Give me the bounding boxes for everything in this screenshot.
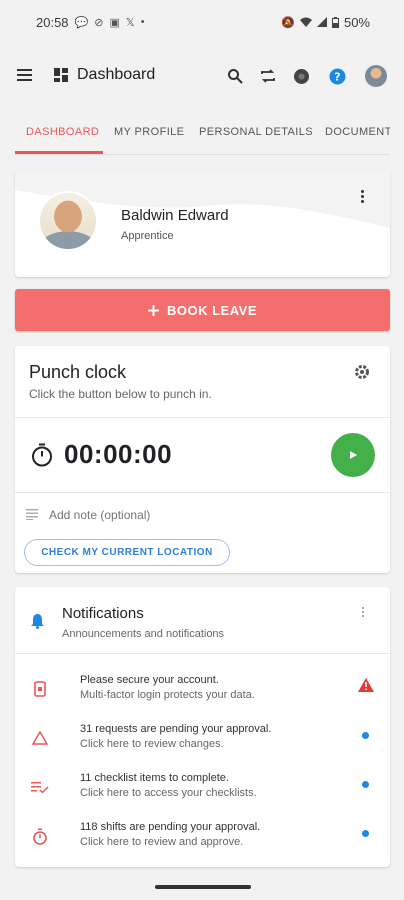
menu-icon[interactable] [17, 69, 32, 81]
notifications-subtitle: Announcements and notifications [62, 628, 225, 640]
punch-in-button[interactable] [331, 433, 375, 477]
status-dot: • [140, 16, 145, 28]
warning-icon [358, 678, 374, 692]
tab-dashboard[interactable]: DASHBOARD [26, 112, 99, 154]
avatar[interactable] [365, 65, 387, 87]
unread-dot [362, 830, 369, 837]
search-icon[interactable] [225, 66, 245, 86]
notification-item[interactable]: 118 shifts are pending your approval. Cl… [15, 821, 390, 869]
active-tab-indicator [15, 151, 103, 154]
chat-bubble-icon: 💬 [74, 16, 89, 29]
punch-clock-subtitle: Click the button below to punch in. [29, 387, 212, 401]
status-time: 20:58 [36, 14, 69, 30]
phone-lock-icon [31, 680, 49, 698]
battery-icon [331, 16, 339, 28]
status-left: 20:58 💬 ⊘ ▣ 𝕏 • [36, 15, 145, 30]
svg-text:?: ? [334, 70, 340, 83]
home-indicator[interactable] [155, 885, 251, 889]
tab-bar: DASHBOARD MY PROFILE PERSONAL DETAILS DO… [15, 112, 390, 155]
notification-line2: Multi-factor login protects your data. [80, 689, 255, 701]
gear-icon[interactable] [354, 364, 370, 380]
notification-item[interactable]: Please secure your account. Multi-factor… [15, 674, 390, 722]
book-leave-button[interactable]: BOOK LEAVE [15, 289, 390, 331]
linkedin-icon: ▣ [109, 16, 120, 29]
divider [15, 417, 390, 418]
stopwatch-icon [31, 827, 49, 845]
punch-clock-card: Punch clock Click the button below to pu… [15, 346, 390, 573]
app-bar: Dashboard ? [0, 52, 404, 102]
battery-percent: 50% [343, 14, 370, 30]
tab-my-profile[interactable]: MY PROFILE [114, 112, 184, 154]
profile-more-icon[interactable] [361, 190, 365, 205]
triangle-alert-icon [31, 729, 49, 747]
tab-documents[interactable]: DOCUMENTS [325, 112, 390, 154]
divider [15, 492, 390, 493]
profile-card[interactable]: Baldwin Edward Apprentice [15, 170, 390, 277]
notifications-more-icon[interactable] [362, 607, 366, 619]
note-input[interactable] [47, 504, 351, 526]
profile-name: Baldwin Edward [121, 207, 229, 224]
notification-line2: Click here to review and approve. [80, 836, 244, 848]
page-title: Dashboard [77, 66, 156, 83]
notification-line1: 31 requests are pending your approval. [80, 723, 272, 735]
profile-role: Apprentice [121, 230, 174, 242]
notifications-card: Notifications Announcements and notifica… [15, 587, 390, 867]
dashboard-icon [54, 68, 68, 82]
play-icon [350, 451, 357, 459]
punch-timer: 00:00:00 [64, 439, 173, 469]
tab-personal-details[interactable]: PERSONAL DETAILS [199, 112, 313, 154]
x-icon: 𝕏 [125, 16, 135, 29]
mute-icon: 🔕 [281, 16, 295, 29]
help-icon[interactable]: ? [327, 66, 347, 86]
unread-dot [362, 732, 369, 739]
status-right: 🔕 50% [281, 15, 370, 30]
notification-line2: Click here to access your checklists. [80, 787, 257, 799]
notification-item[interactable]: 11 checklist items to complete. Click he… [15, 772, 390, 820]
notification-line2: Click here to review changes. [80, 738, 224, 750]
stopwatch-icon [32, 443, 52, 467]
notification-line1: 11 checklist items to complete. [80, 772, 229, 784]
check-location-button[interactable]: CHECK MY CURRENT LOCATION [24, 539, 230, 566]
status-bar: 20:58 💬 ⊘ ▣ 𝕏 • 🔕 50% [0, 0, 404, 44]
notifications-title: Notifications [62, 605, 144, 622]
wifi-icon [299, 17, 312, 27]
notification-item[interactable]: 31 requests are pending your approval. C… [15, 723, 390, 771]
notes-icon [26, 509, 38, 520]
sync-icon[interactable] [258, 66, 278, 86]
settings-icon[interactable] [291, 66, 311, 86]
bell-icon [31, 614, 44, 629]
signal-icon [316, 17, 327, 27]
plus-icon [148, 304, 159, 316]
divider [15, 653, 390, 654]
book-leave-label: BOOK LEAVE [167, 302, 257, 318]
check-circle-icon: ⊘ [94, 16, 104, 29]
profile-photo [38, 191, 98, 251]
unread-dot [362, 781, 369, 788]
notification-line1: Please secure your account. [80, 674, 219, 686]
notification-line1: 118 shifts are pending your approval. [80, 821, 261, 833]
punch-clock-title: Punch clock [29, 362, 127, 382]
checklist-icon [31, 778, 49, 796]
